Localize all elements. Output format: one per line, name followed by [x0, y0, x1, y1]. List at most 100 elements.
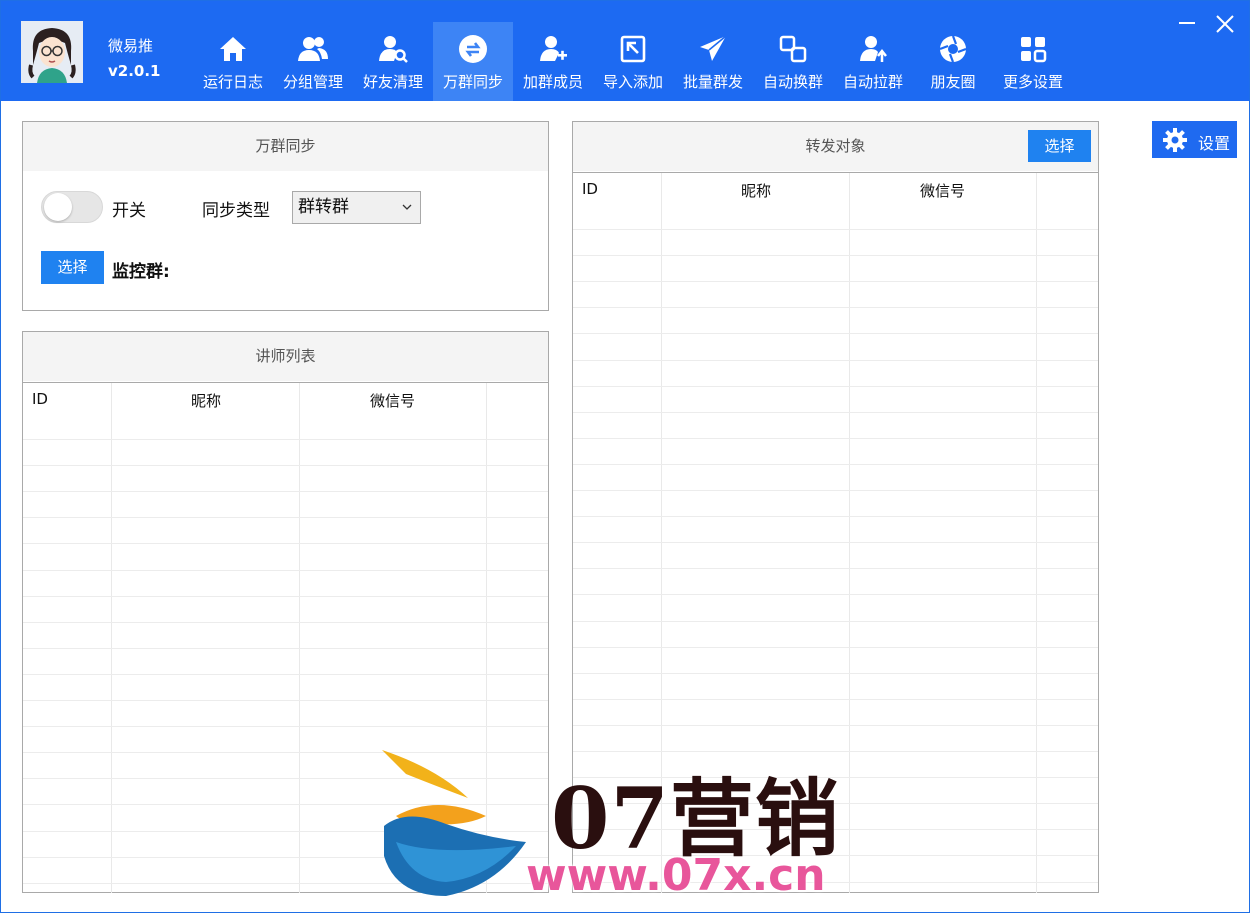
table-row-divider — [23, 673, 548, 675]
nav-friend-clean[interactable]: 好友清理 — [353, 22, 433, 101]
minimize-icon[interactable] — [1177, 13, 1197, 33]
app-name: 微易推 — [108, 37, 154, 55]
nav-label: 自动拉群 — [842, 73, 903, 91]
user-search-icon — [379, 36, 408, 63]
home-icon — [220, 37, 246, 61]
switch-label: 开关 — [112, 201, 146, 221]
select-forward-button[interactable]: 选择 — [1028, 130, 1091, 162]
table-row-divider — [573, 255, 1098, 257]
nav-batch-send[interactable]: 批量群发 — [673, 22, 753, 101]
table-row-divider — [573, 229, 1098, 230]
teacher-list-title: 讲师列表 — [23, 332, 548, 381]
settings-label: 设置 — [1198, 134, 1231, 153]
nav-more-settings[interactable]: 更多设置 — [993, 22, 1073, 101]
grid-icon — [1021, 37, 1047, 63]
watermark-url: www.07x.cn — [526, 850, 826, 901]
nav-run-log[interactable]: 运行日志 — [193, 22, 273, 101]
gear-icon — [1163, 128, 1187, 152]
aperture-icon — [939, 35, 967, 63]
nav-label: 导入添加 — [602, 73, 663, 91]
table-row-divider — [23, 439, 548, 440]
sync-type-select[interactable]: 群转群 — [292, 191, 421, 224]
table-row-divider — [23, 700, 548, 701]
title-bar: 微易推 v2.0.1 运行日志 分组管理 好友清理 万群同步 加群成员 导入添加 — [1, 1, 1249, 101]
table-row-divider — [23, 517, 548, 519]
table-row-divider — [573, 463, 1098, 465]
nav-label: 好友清理 — [362, 73, 423, 91]
nav-auto-switch[interactable]: 自动换群 — [753, 22, 833, 101]
table-row-divider — [573, 437, 1098, 439]
column-header-wechat-id: 微信号 — [370, 392, 416, 410]
table-row-divider — [23, 621, 548, 623]
table-row-divider — [573, 516, 1098, 518]
nav-label: 运行日志 — [202, 73, 263, 91]
toggle-knob — [44, 193, 72, 221]
column-header-wechat-id: 微信号 — [920, 182, 966, 200]
nav-label: 批量群发 — [682, 73, 743, 91]
column-divider — [299, 383, 300, 893]
sync-panel: 万群同步 开关 同步类型 群转群 选择 监控群: — [22, 121, 549, 311]
chevron-down-icon — [402, 204, 412, 210]
table-row-divider — [23, 543, 548, 545]
table-row-divider — [573, 724, 1098, 726]
forward-target-title: 转发对象 — [573, 122, 1098, 171]
nav-label: 加群成员 — [522, 73, 583, 91]
table-row-divider — [573, 620, 1098, 622]
settings-button[interactable]: 设置 — [1152, 121, 1237, 158]
column-header-nickname: 昵称 — [191, 392, 222, 410]
table-row-divider — [573, 490, 1098, 491]
table-row-divider — [23, 595, 548, 597]
table-row-divider — [573, 333, 1098, 335]
sync-switch-toggle[interactable] — [41, 191, 103, 223]
send-icon — [700, 35, 727, 61]
app-version: v2.0.1 — [108, 62, 161, 80]
table-row-divider — [23, 569, 548, 571]
avatar[interactable] — [21, 21, 83, 83]
nav-label: 更多设置 — [1002, 73, 1063, 91]
nav-label: 自动换群 — [762, 73, 823, 91]
table-row-divider — [573, 594, 1098, 596]
sync-type-label: 同步类型 — [202, 201, 270, 221]
table-row-divider — [573, 568, 1098, 570]
monitor-group-label: 监控群: — [112, 262, 170, 282]
table-row-divider — [573, 672, 1098, 674]
table-row-divider — [573, 646, 1098, 648]
nav-group-sync[interactable]: 万群同步 — [433, 22, 513, 101]
watermark-logo — [382, 750, 526, 896]
sync-panel-title: 万群同步 — [23, 122, 548, 171]
nav-label: 万群同步 — [442, 73, 503, 91]
nav-group-manage[interactable]: 分组管理 — [273, 22, 353, 101]
table-row-divider — [23, 647, 548, 649]
users-icon — [298, 37, 328, 61]
nav-label: 朋友圈 — [930, 73, 976, 91]
table-row-divider — [573, 385, 1098, 387]
table-row-divider — [573, 281, 1098, 283]
nav-import-add[interactable]: 导入添加 — [593, 22, 673, 101]
nav-add-members[interactable]: 加群成员 — [513, 22, 593, 101]
column-header-nickname: 昵称 — [741, 182, 772, 200]
close-icon[interactable] — [1214, 13, 1236, 35]
nav-moments[interactable]: 朋友圈 — [913, 22, 993, 101]
table-row-divider — [573, 542, 1098, 544]
table-row-divider — [23, 465, 548, 467]
sync-icon — [459, 35, 487, 63]
watermark: 07营销 www.07x.cn — [376, 746, 876, 914]
column-divider — [111, 383, 112, 893]
table-row-divider — [573, 359, 1098, 361]
column-header-id: ID — [32, 390, 48, 408]
table-row-divider — [573, 411, 1098, 413]
nav-auto-pull[interactable]: 自动拉群 — [833, 22, 913, 101]
column-header-id: ID — [582, 180, 598, 198]
switch-icon — [779, 35, 807, 63]
table-row-divider — [23, 491, 548, 493]
sync-type-value: 群转群 — [298, 197, 349, 217]
user-add-icon — [540, 36, 567, 61]
select-monitor-button[interactable]: 选择 — [41, 251, 104, 284]
nav-label: 分组管理 — [282, 73, 343, 91]
user-pull-icon — [860, 36, 887, 62]
table-row-divider — [573, 307, 1098, 309]
table-row-divider — [573, 698, 1098, 700]
table-row-divider — [23, 726, 548, 728]
app-window: 微易推 v2.0.1 运行日志 分组管理 好友清理 万群同步 加群成员 导入添加 — [0, 0, 1250, 913]
import-icon — [620, 35, 646, 63]
